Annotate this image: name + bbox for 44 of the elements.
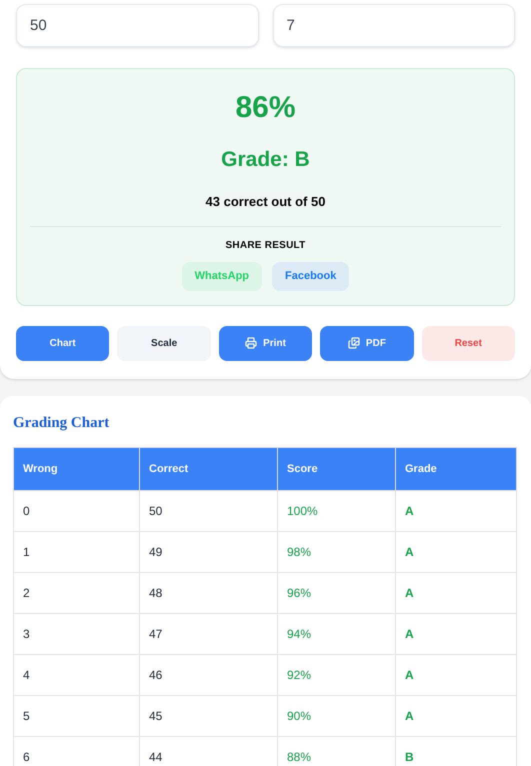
printer-icon xyxy=(245,337,258,349)
table-cell: 45 xyxy=(140,696,278,736)
column-header: Grade xyxy=(396,448,516,490)
table-cell: 2 xyxy=(14,572,140,614)
table-cell: 6 xyxy=(14,736,140,766)
table-cell: 46 xyxy=(140,654,278,696)
action-button[interactable]: Scale xyxy=(117,326,211,360)
table-cell: A xyxy=(396,532,516,572)
table-cell: A xyxy=(396,614,516,654)
table-cell: 90% xyxy=(278,696,396,736)
number-field[interactable]: 7 xyxy=(272,4,515,47)
table-cell: 1 xyxy=(14,532,140,572)
table-cell: A xyxy=(396,696,516,736)
action-button[interactable]: Reset xyxy=(422,326,516,360)
column-header: Score xyxy=(278,448,396,490)
table-cell: 4 xyxy=(14,654,140,696)
table-cell: 5 xyxy=(14,696,140,736)
share-button[interactable]: Facebook xyxy=(272,262,350,290)
table-cell: 92% xyxy=(278,654,396,696)
number-field[interactable]: 50 xyxy=(16,4,258,47)
table-cell: 100% xyxy=(278,490,396,532)
table-cell: 94% xyxy=(278,614,396,654)
table-cell: 0 xyxy=(14,490,140,532)
share-label: SHARE RESULT xyxy=(225,238,306,252)
table-cell: 3 xyxy=(14,614,140,654)
table-cell: 48 xyxy=(140,572,278,614)
grade-text: Grade: B xyxy=(221,149,310,170)
table-cell: 98% xyxy=(278,532,396,572)
table-cell: A xyxy=(396,490,516,532)
table-cell: 96% xyxy=(278,572,396,614)
action-button[interactable]: Print xyxy=(218,326,312,360)
table-cell: A xyxy=(396,572,516,614)
action-button[interactable]: PDF xyxy=(320,326,414,360)
summary-text: 43 correct out of 50 xyxy=(206,193,326,211)
action-button[interactable]: Chart xyxy=(16,326,110,360)
chart-title: Grading Chart xyxy=(13,414,110,432)
table-cell: 49 xyxy=(140,532,278,572)
table-cell: 50 xyxy=(140,490,278,532)
image-icon xyxy=(348,337,360,349)
column-header: Correct xyxy=(140,448,278,490)
column-header: Wrong xyxy=(14,448,140,490)
score-percent: 86% xyxy=(235,93,296,123)
table-cell: 47 xyxy=(140,614,278,654)
table-cell: A xyxy=(396,654,516,696)
